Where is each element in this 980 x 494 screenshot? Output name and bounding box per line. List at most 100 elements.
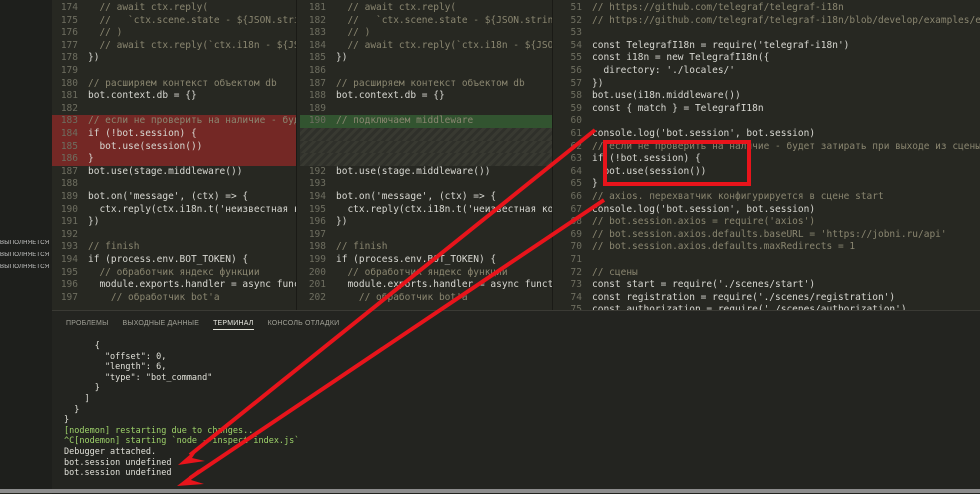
panel-tab[interactable]: ВЫХОДНЫЕ ДАННЫЕ	[122, 320, 199, 327]
code-line[interactable]: 193	[300, 178, 552, 191]
code-line[interactable]: 183 // )	[300, 27, 552, 40]
code-line[interactable]: 195 ctx.reply(ctx.i18n.t('неизвестная ко…	[300, 204, 552, 217]
code-line[interactable]	[300, 153, 552, 166]
code-line[interactable]: 188 bot.context.db = {}	[300, 90, 552, 103]
code-line[interactable]: 188	[52, 178, 296, 191]
code-line[interactable]: 52 // https://github.com/telegraf/telegra…	[556, 15, 980, 28]
line-number: 56	[570, 65, 582, 76]
code-line[interactable]: 55 const i18n = new TelegrafI18n({	[556, 52, 980, 65]
line-number: 182	[60, 102, 78, 114]
line-code: })	[88, 52, 100, 64]
code-line[interactable]: 191})	[52, 216, 296, 229]
code-line[interactable]: 183 // если не проверить на наличие - буд…	[52, 115, 296, 128]
code-line[interactable]: 202 // обработчик bot'a	[300, 292, 552, 305]
code-line[interactable]: 176 // )	[52, 27, 296, 40]
panel-tab[interactable]: ТЕРМИНАЛ	[213, 320, 254, 330]
code-line[interactable]: 69 // bot.session.axios.defaults.baseURL …	[556, 229, 980, 242]
terminal-line: "offset": 0,	[64, 351, 167, 362]
code-line[interactable]: 178})	[52, 52, 296, 65]
sidebar-status-item[interactable]: ВЫПОЛНЯЕТСЯ	[0, 252, 52, 263]
line-number: 189	[308, 102, 326, 114]
sidebar-status-item[interactable]: ВЫПОЛНЯЕТСЯ	[0, 240, 52, 251]
code-line[interactable]: 196 module.exports.handler = async funct…	[52, 279, 296, 292]
code-line[interactable]	[300, 140, 552, 154]
code-line[interactable]: 184 if (!bot.session) {	[52, 128, 296, 141]
line-number: 195	[308, 203, 326, 215]
status-bar	[0, 489, 980, 493]
code-line[interactable]: 193 // finish	[52, 241, 296, 254]
code-line[interactable]: 181 // await ctx.reply(	[300, 2, 552, 15]
code-line[interactable]: 71	[556, 254, 980, 267]
line-code: // https://github.com/telegraf/telegraf-…	[592, 2, 844, 13]
code-line[interactable]: 200 // обработчик яндекс функции	[300, 267, 552, 280]
code-line[interactable]: 190 ctx.reply(ctx.i18n.t('неизвестная ко…	[52, 204, 296, 217]
line-number: 65	[570, 178, 582, 190]
code-line[interactable]: 74 const registration = require('./scenes…	[556, 292, 980, 305]
diff-left-editor[interactable]: 174 // await ctx.reply(175 // `ctx.scene…	[52, 0, 296, 310]
code-line[interactable]: 192 bot.use(stage.middleware())	[300, 166, 552, 179]
terminal-line: "length": 6,	[64, 362, 167, 373]
code-line[interactable]: 194 if (process.env.BOT_TOKEN) {	[52, 254, 296, 267]
code-line[interactable]: 186	[300, 65, 552, 78]
code-line[interactable]: 64 bot.use(session())	[556, 166, 980, 179]
code-line[interactable]: 197 // обработчик bot'a	[52, 292, 296, 305]
panel-tab[interactable]: КОНСОЛЬ ОТЛАДКИ	[268, 320, 340, 327]
code-line[interactable]: 192	[52, 229, 296, 242]
code-line[interactable]: 72 // сцены	[556, 267, 980, 280]
code-line[interactable]: 70 // bot.session.axios.defaults.maxRedir…	[556, 241, 980, 254]
line-code: const { match } = TelegrafI18n	[592, 102, 764, 114]
code-line[interactable]: 185})	[300, 52, 552, 65]
code-line[interactable]: 201 module.exports.handler = async funct…	[300, 279, 552, 292]
code-line[interactable]: 174 // await ctx.reply(	[52, 2, 296, 15]
code-line[interactable]: 184 // await ctx.reply(`ctx.i18n - ${JSO…	[300, 40, 552, 53]
code-line[interactable]: 67 console.log('bot.session', bot.session…	[556, 204, 980, 217]
code-line[interactable]: 194 bot.on('message', (ctx) => {	[300, 191, 552, 204]
code-line[interactable]: 177 // await ctx.reply(`ctx.i18n - ${JSO…	[52, 40, 296, 53]
code-line[interactable]: 60	[556, 115, 980, 128]
diff-right-editor[interactable]: 181 // await ctx.reply(182 // `ctx.scene…	[300, 0, 552, 310]
code-line[interactable]: 61 console.log('bot.session', bot.session…	[556, 128, 980, 141]
pane-divider[interactable]	[296, 0, 297, 310]
code-line[interactable]: 57})	[556, 78, 980, 91]
code-line[interactable]: 190 // подключаем middleware	[300, 115, 552, 128]
pane-divider[interactable]	[552, 0, 553, 310]
code-line[interactable]: 198 // finish	[300, 241, 552, 254]
code-line[interactable]: 185 bot.use(session())	[52, 140, 296, 154]
code-line[interactable]: 63 if (!bot.session) {	[556, 153, 980, 166]
code-line[interactable]: 189	[300, 103, 552, 116]
code-line[interactable]: 66 // axios. перехватчик конфигурируется …	[556, 191, 980, 204]
terminal-line: bot.session undefined	[64, 457, 172, 468]
code-line[interactable]: 182	[52, 103, 296, 116]
code-line[interactable]: 58 bot.use(i18n.middleware())	[556, 90, 980, 103]
code-line[interactable]: 175 // `ctx.scene.state - ${JSON.stringi…	[52, 15, 296, 28]
code-line[interactable]: 51 // https://github.com/telegraf/telegra…	[556, 2, 980, 15]
code-line[interactable]	[300, 128, 552, 141]
line-number: 71	[570, 254, 582, 265]
main-editor[interactable]: 51 // https://github.com/telegraf/telegra…	[556, 0, 980, 310]
code-line[interactable]: 196})	[300, 216, 552, 229]
code-line[interactable]: 53	[556, 27, 980, 40]
code-line[interactable]: 187 // расширяем контекст объектом db	[300, 78, 552, 91]
code-line[interactable]: 65}	[556, 178, 980, 191]
code-line[interactable]: 181 bot.context.db = {}	[52, 90, 296, 103]
code-line[interactable]: 54 const TelegrafI18n = require('telegraf…	[556, 40, 980, 53]
code-line[interactable]: 195 // обработчик яндекс функции	[52, 267, 296, 280]
code-line[interactable]: 68 // bot.session.axios = require('axios'…	[556, 216, 980, 229]
code-line[interactable]: 56 directory: './locales/'	[556, 65, 980, 78]
terminal-output[interactable]: { "offset": 0, "length": 6, "type": "bot…	[64, 341, 964, 479]
code-line[interactable]: 59 const { match } = TelegrafI18n	[556, 103, 980, 116]
line-number: 194	[60, 254, 78, 265]
code-line[interactable]: 187 bot.use(stage.middleware())	[52, 166, 296, 179]
code-line[interactable]: 199 if (process.env.BOT_TOKEN) {	[300, 254, 552, 267]
code-line[interactable]: 179	[52, 65, 296, 78]
code-line[interactable]: 73 const start = require('./scenes/start'…	[556, 279, 980, 292]
sidebar-status-item[interactable]: ВЫПОЛНЯЕТСЯ	[0, 264, 52, 275]
code-line[interactable]: 186}	[52, 153, 296, 166]
code-line[interactable]: 180 // расширяем контекст объектом db	[52, 78, 296, 91]
code-line[interactable]: 197	[300, 229, 552, 242]
panel-tab[interactable]: ПРОБЛЕМЫ	[66, 320, 108, 327]
line-code: // )	[336, 27, 371, 39]
code-line[interactable]: 62 // если не проверить на наличие - буде…	[556, 141, 980, 154]
code-line[interactable]: 182 // `ctx.scene.state - ${JSON.stringi…	[300, 15, 552, 28]
code-line[interactable]: 189 bot.on('message', (ctx) => {	[52, 191, 296, 204]
